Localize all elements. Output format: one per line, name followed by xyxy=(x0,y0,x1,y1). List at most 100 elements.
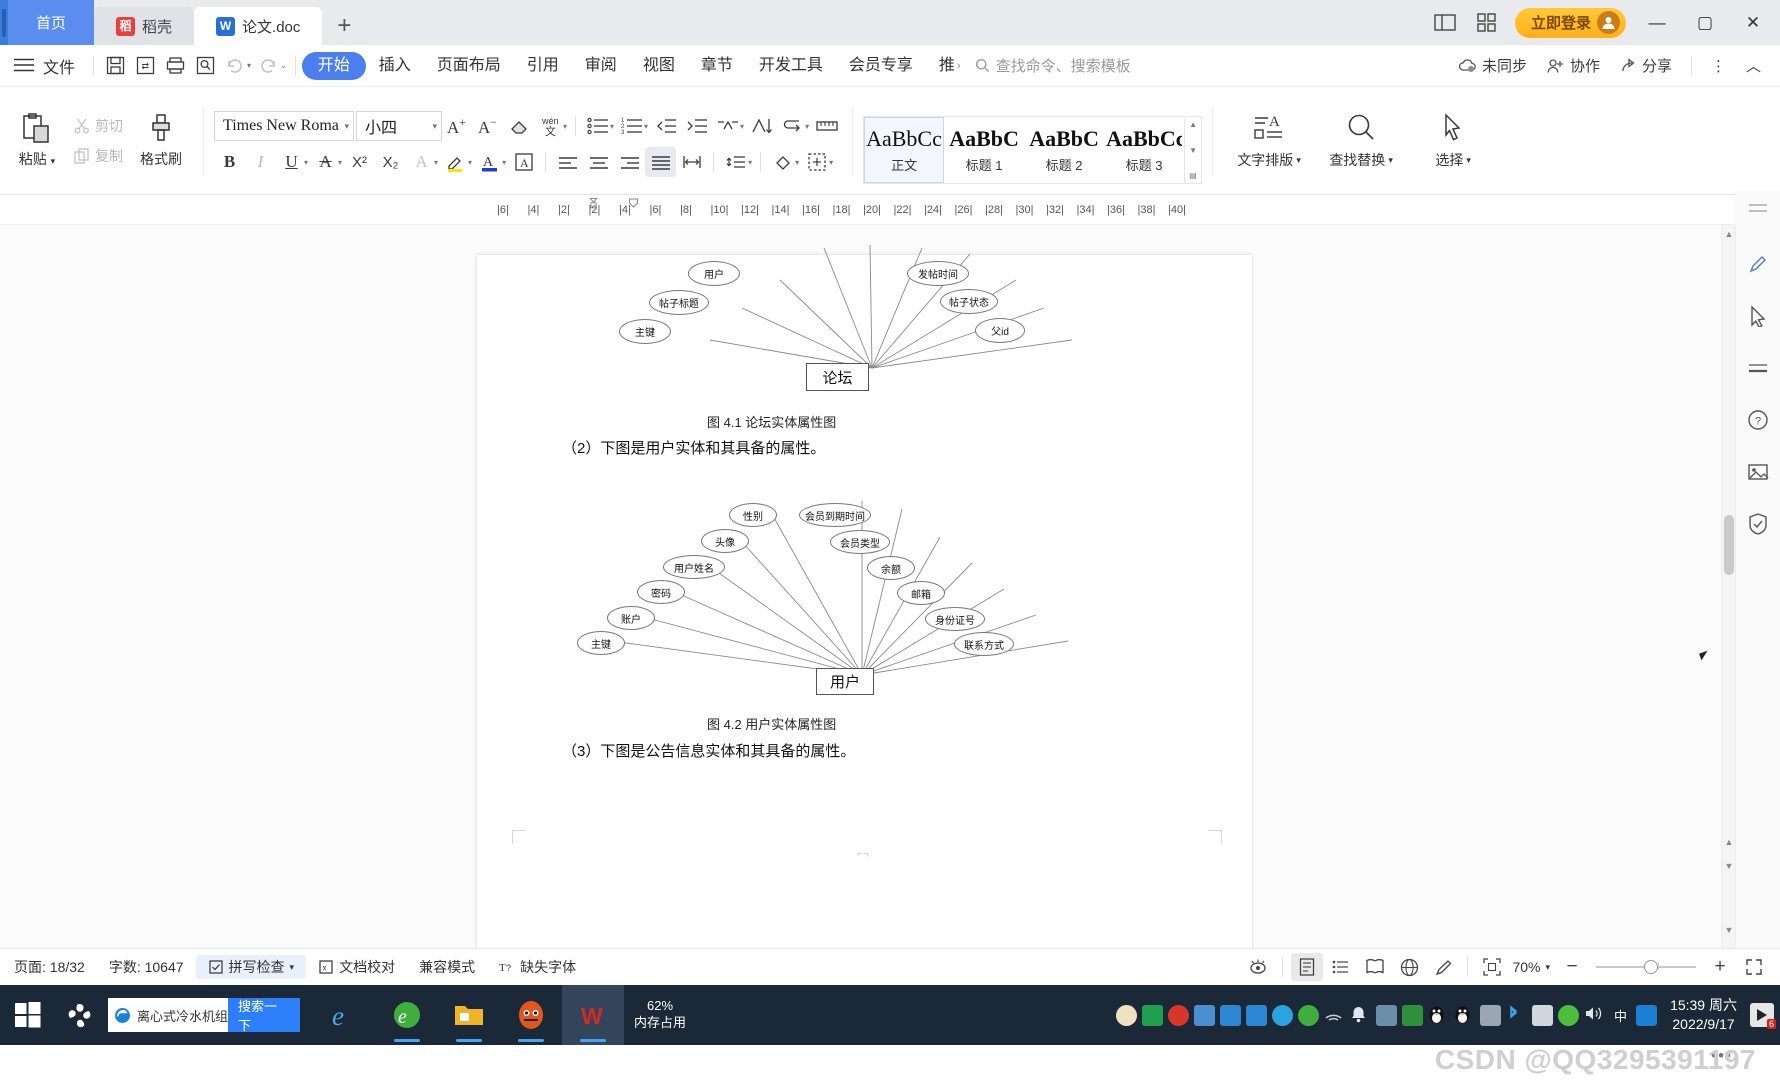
scroll-up-arrow[interactable]: ▲ xyxy=(1724,229,1734,239)
increase-indent-icon[interactable] xyxy=(681,111,712,141)
eye-icon[interactable] xyxy=(1242,953,1274,981)
tray-browser-icon[interactable] xyxy=(1298,1004,1320,1026)
fullscreen-icon[interactable] xyxy=(1738,953,1770,981)
tray-excel-icon[interactable] xyxy=(1142,1004,1164,1026)
taskbar-app-file-explorer[interactable] xyxy=(438,985,500,1045)
style-heading-2[interactable]: AaBbC 标题 2 xyxy=(1024,117,1104,183)
more-options-icon[interactable]: ⋮ xyxy=(1704,57,1733,75)
distribute-icon[interactable] xyxy=(676,147,707,177)
close-button[interactable]: ✕ xyxy=(1736,0,1770,45)
ie-search-button[interactable]: 搜索一下 xyxy=(228,998,300,1033)
undo-dropdown-caret[interactable]: ▾ xyxy=(247,61,251,70)
tray-shield-icon[interactable] xyxy=(1272,1004,1294,1026)
show-desktop-icon[interactable]: 6 xyxy=(1750,1003,1776,1029)
reading-view-icon[interactable] xyxy=(1359,953,1391,981)
compatibility-mode[interactable]: 兼容模式 xyxy=(407,957,487,977)
align-center-icon[interactable] xyxy=(583,147,614,177)
document-page[interactable]: 论坛 主键 帖子标题 用户 发帖时间 帖子状态 父id 图 4.1 论坛实体属性… xyxy=(477,244,1252,948)
select-arrow-icon[interactable] xyxy=(1743,301,1773,331)
zoom-slider-thumb[interactable] xyxy=(1644,960,1658,974)
align-justify-icon[interactable] xyxy=(645,147,677,177)
find-replace-button[interactable]: 查找替换 ▾ xyxy=(1315,95,1407,187)
style-scroll-down-icon[interactable]: ▼ xyxy=(1189,146,1197,155)
smart-layout-caret[interactable]: ▾ xyxy=(740,122,744,131)
taskbar-app-wps[interactable]: W xyxy=(562,985,624,1045)
print-layout-view-icon[interactable] xyxy=(1291,953,1324,981)
ribbon-tab-insert[interactable]: 插入 xyxy=(366,52,424,80)
image-tools-icon[interactable] xyxy=(1743,457,1773,487)
style-heading-3[interactable]: AaBbCcI 标题 3 xyxy=(1104,117,1184,183)
format-painter-button[interactable]: 格式刷 xyxy=(129,95,193,187)
ribbon-tab-start[interactable]: 开始 xyxy=(301,51,366,80)
scroll-down-arrow[interactable]: ▼ xyxy=(1724,925,1734,935)
help-icon[interactable]: ? xyxy=(1743,405,1773,435)
windows-start-icon[interactable] xyxy=(0,985,56,1045)
page-indicator[interactable]: 页面: 18/32 xyxy=(0,957,97,977)
minimize-button[interactable]: — xyxy=(1640,0,1674,45)
style-expand-icon[interactable]: ▤ xyxy=(1189,171,1197,180)
select-button[interactable]: 选择 ▾ xyxy=(1407,95,1499,187)
undo-icon[interactable] xyxy=(220,52,250,80)
missing-font-button[interactable]: T? 缺失字体 xyxy=(487,957,588,977)
zoom-level[interactable]: 70% ▾ xyxy=(1510,959,1554,975)
web-layout-view-icon[interactable] xyxy=(1393,953,1425,981)
bullet-list-icon[interactable] xyxy=(582,111,613,141)
first-line-indent-marker[interactable] xyxy=(588,197,599,213)
scroll-page-down-icon[interactable]: ▼ xyxy=(1724,861,1734,871)
sort-icon[interactable] xyxy=(746,111,777,141)
smart-layout-icon[interactable] xyxy=(712,111,743,141)
tray-antivirus-icon[interactable] xyxy=(1168,1004,1190,1026)
style-heading-1[interactable]: AaBbC 标题 1 xyxy=(944,117,1024,183)
show-marks-caret[interactable]: ▾ xyxy=(805,122,809,131)
borders-caret[interactable]: ▾ xyxy=(829,158,833,167)
underline-caret[interactable]: ▾ xyxy=(304,158,308,167)
zoom-slider[interactable] xyxy=(1596,960,1696,974)
shading-caret[interactable]: ▾ xyxy=(795,158,799,167)
horizontal-ruler[interactable]: |6| |4| |2| |2| |4| |6| |8| |10| |12| |14| |16| |18… xyxy=(0,195,1780,225)
ribbon-tab-recommend[interactable]: 推 xyxy=(926,52,957,80)
file-menu-button[interactable]: 文件 xyxy=(43,54,75,78)
new-tab-button[interactable]: + xyxy=(322,7,366,45)
ribbon-tab-view[interactable]: 视图 xyxy=(630,52,688,80)
collapse-ribbon-icon[interactable]: ︿ xyxy=(1739,55,1768,76)
spellcheck-toggle[interactable]: 拼写检查 ▾ xyxy=(195,955,307,979)
copy-button[interactable]: 复制 xyxy=(68,143,129,169)
login-button[interactable]: 立即登录 xyxy=(1514,7,1626,38)
redo-icon[interactable] xyxy=(253,52,283,80)
pinyin-guide-icon[interactable]: wén 文 xyxy=(535,111,566,141)
memory-usage-indicator[interactable]: 62% 内存占用 xyxy=(624,998,696,1032)
shading-icon[interactable] xyxy=(767,147,798,177)
ribbon-tab-developer[interactable]: 开发工具 xyxy=(746,52,836,80)
left-indent-marker[interactable] xyxy=(628,196,639,212)
split-view-icon[interactable] xyxy=(1431,9,1459,37)
ribbon-tab-references[interactable]: 引用 xyxy=(514,52,572,80)
tray-bluetooth-icon[interactable] xyxy=(1506,1004,1527,1026)
document-canvas[interactable]: 论坛 主键 帖子标题 用户 发帖时间 帖子状态 父id 图 4.1 论坛实体属性… xyxy=(0,225,1780,948)
text-layout-button[interactable]: A 文字排版 ▾ xyxy=(1223,95,1315,187)
character-border-button[interactable]: A xyxy=(508,147,539,177)
ribbon-tab-member[interactable]: 会员专享 xyxy=(836,52,926,80)
subscript-button[interactable]: X₂ xyxy=(375,147,406,177)
tray-screenshot-icon[interactable] xyxy=(1376,1004,1398,1026)
collaborate-button[interactable]: 协作 xyxy=(1540,55,1607,76)
taskbar-clock[interactable]: 15:39 周六 2022/9/17 xyxy=(1662,996,1745,1034)
font-size-input[interactable]: 小四 ▾ xyxy=(356,111,442,141)
taskbar-app-360-browser[interactable]: e xyxy=(376,985,438,1045)
customize-quick-access-caret[interactable]: ⌄ xyxy=(280,61,287,70)
print-preview-icon[interactable] xyxy=(190,52,220,80)
cortana-icon[interactable] xyxy=(56,985,102,1045)
strikethrough-caret[interactable]: ▾ xyxy=(338,158,342,167)
bullet-list-caret[interactable]: ▾ xyxy=(610,122,614,131)
taskbar-app-internet-explorer[interactable]: e xyxy=(314,985,376,1045)
tray-ime-icon[interactable]: 中 xyxy=(1610,1005,1631,1026)
tray-qq-icon[interactable] xyxy=(1636,1004,1658,1026)
proofread-button[interactable]: x 文档校对 xyxy=(306,957,407,977)
bold-button[interactable]: B xyxy=(214,147,245,177)
strikethrough-button[interactable]: A xyxy=(310,147,341,177)
zoom-out-button[interactable]: − xyxy=(1556,953,1588,981)
font-size-caret[interactable]: ▾ xyxy=(432,121,437,132)
taskbar-app-thunder[interactable] xyxy=(500,985,562,1045)
tray-usb-icon[interactable] xyxy=(1194,1004,1216,1026)
ribbon-tab-review[interactable]: 审阅 xyxy=(572,52,630,80)
paste-button[interactable]: 粘贴 ▾ xyxy=(6,95,68,187)
